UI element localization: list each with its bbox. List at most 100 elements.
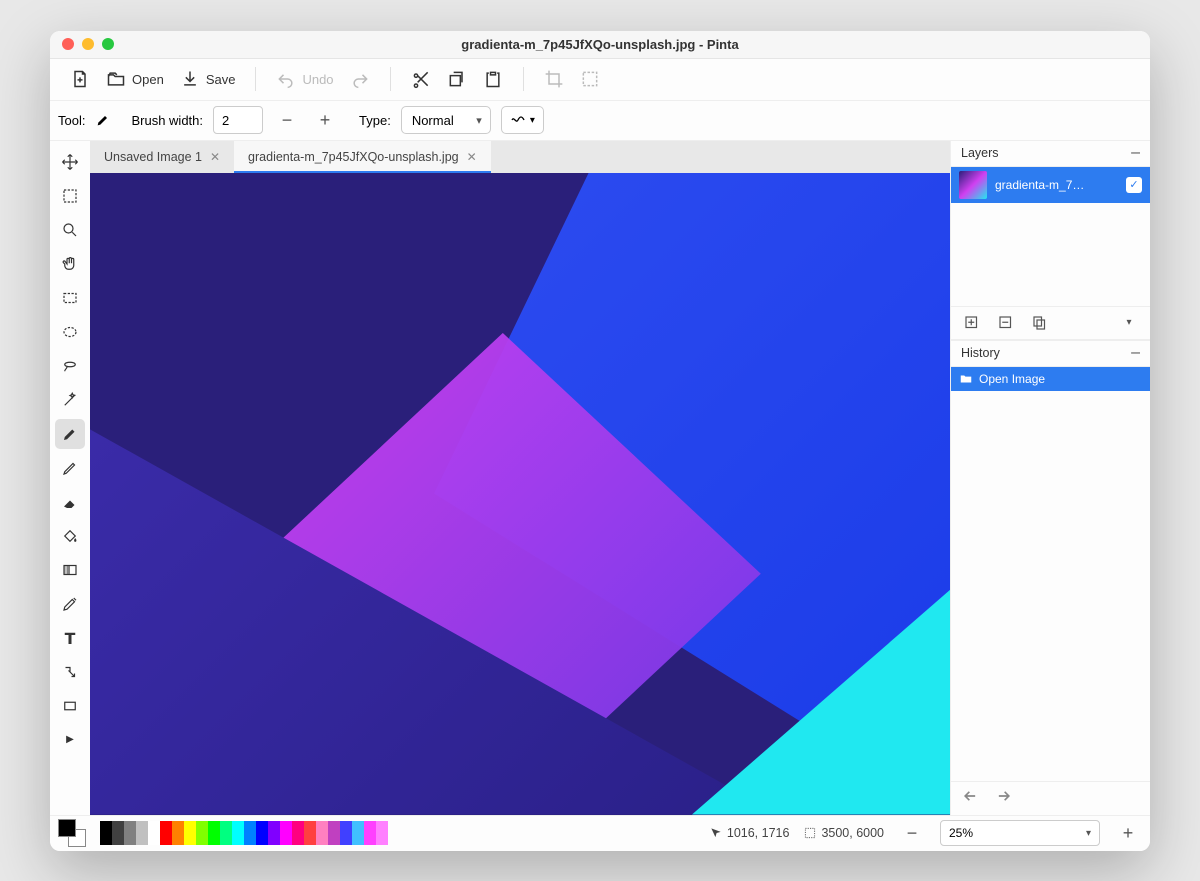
- history-item[interactable]: Open Image: [951, 367, 1150, 391]
- foreground-color[interactable]: [58, 819, 76, 837]
- maximize-window-button[interactable]: [102, 38, 114, 50]
- palette-color[interactable]: [100, 821, 112, 845]
- palette-color[interactable]: [316, 821, 328, 845]
- stroke-style-button[interactable]: ▾: [501, 106, 544, 134]
- palette-color[interactable]: [256, 821, 268, 845]
- minimize-panel-button[interactable]: –: [1131, 344, 1140, 362]
- copy-button[interactable]: [441, 65, 473, 93]
- gradient-tool[interactable]: [55, 555, 85, 585]
- palette-color[interactable]: [148, 821, 160, 845]
- type-label: Type:: [359, 113, 391, 128]
- redo-button[interactable]: [344, 65, 376, 93]
- palette-color[interactable]: [160, 821, 172, 845]
- palette-color[interactable]: [268, 821, 280, 845]
- color-picker-tool[interactable]: [55, 589, 85, 619]
- redo-icon: [350, 69, 370, 89]
- add-layer-button[interactable]: [959, 310, 985, 336]
- folder-open-icon: [106, 69, 126, 89]
- palette-color[interactable]: [112, 821, 124, 845]
- paintbrush-tool[interactable]: [55, 419, 85, 449]
- magic-wand-tool[interactable]: [55, 385, 85, 415]
- new-file-button[interactable]: [64, 65, 96, 93]
- palette-color[interactable]: [280, 821, 292, 845]
- paste-button[interactable]: [477, 65, 509, 93]
- lasso-tool[interactable]: [55, 351, 85, 381]
- palette-color[interactable]: [220, 821, 232, 845]
- brush-width-increase[interactable]: +: [311, 106, 339, 134]
- palette-color[interactable]: [364, 821, 376, 845]
- palette-color[interactable]: [232, 821, 244, 845]
- rect-select-tool[interactable]: [55, 181, 85, 211]
- clipboard-icon: [483, 69, 503, 89]
- pencil-tool[interactable]: [55, 453, 85, 483]
- palette-color[interactable]: [196, 821, 208, 845]
- main-toolbar: Open Save Undo: [50, 59, 1150, 101]
- palette-color[interactable]: [292, 821, 304, 845]
- undo-label: Undo: [302, 72, 333, 87]
- zoom-select[interactable]: 25%: [940, 820, 1100, 846]
- palette-color[interactable]: [328, 821, 340, 845]
- tab-unsaved[interactable]: Unsaved Image 1 ✕: [90, 141, 234, 173]
- cut-button[interactable]: [405, 65, 437, 93]
- ellipse-select-tool[interactable]: [55, 317, 85, 347]
- move-icon: [61, 153, 79, 171]
- layer-item[interactable]: gradienta-m_7… ✓: [951, 167, 1150, 203]
- minimize-panel-button[interactable]: –: [1131, 144, 1140, 162]
- zoom-out-button[interactable]: −: [898, 819, 926, 847]
- history-header: History –: [951, 341, 1150, 367]
- zoom-tool[interactable]: [55, 215, 85, 245]
- pan-tool[interactable]: [55, 249, 85, 279]
- palette-color[interactable]: [136, 821, 148, 845]
- palette-color[interactable]: [124, 821, 136, 845]
- history-redo-button[interactable]: [993, 786, 1013, 811]
- more-tools[interactable]: ▶: [55, 725, 85, 755]
- crop-button[interactable]: [538, 65, 570, 93]
- zoom-in-button[interactable]: +: [1114, 819, 1142, 847]
- open-file-button[interactable]: Open: [100, 65, 170, 93]
- palette-color[interactable]: [352, 821, 364, 845]
- save-button[interactable]: Save: [174, 65, 242, 93]
- layers-toolbar: ▾: [951, 306, 1150, 340]
- eyedropper-icon: [61, 595, 79, 613]
- cursor-icon: [709, 826, 723, 840]
- palette-color[interactable]: [172, 821, 184, 845]
- layer-visible-checkbox[interactable]: ✓: [1126, 177, 1142, 193]
- close-window-button[interactable]: [62, 38, 74, 50]
- titlebar: gradienta-m_7p45JfXQo-unsplash.jpg - Pin…: [50, 31, 1150, 59]
- brush-width-decrease[interactable]: −: [273, 106, 301, 134]
- minimize-window-button[interactable]: [82, 38, 94, 50]
- text-tool[interactable]: [55, 623, 85, 653]
- fg-bg-colors[interactable]: [58, 819, 86, 847]
- crop-tool[interactable]: [55, 283, 85, 313]
- layer-menu-button[interactable]: ▾: [1116, 310, 1142, 336]
- tab-close-icon[interactable]: ✕: [467, 150, 477, 164]
- canvas-dimensions: 3500, 6000: [803, 826, 884, 840]
- add-layer-icon: [963, 314, 981, 332]
- history-undo-button[interactable]: [961, 786, 981, 811]
- palette-color[interactable]: [184, 821, 196, 845]
- deselect-button[interactable]: [574, 65, 606, 93]
- brush-width-input[interactable]: [213, 106, 263, 134]
- palette-color[interactable]: [340, 821, 352, 845]
- undo-button[interactable]: Undo: [270, 65, 339, 93]
- text-icon: [61, 629, 79, 647]
- bucket-tool[interactable]: [55, 521, 85, 551]
- tab-close-icon[interactable]: ✕: [210, 150, 220, 164]
- canvas[interactable]: [90, 173, 950, 815]
- main-area: ▶ Unsaved Image 1 ✕ gradienta-m_7p45JfXQ…: [50, 141, 1150, 815]
- palette-color[interactable]: [244, 821, 256, 845]
- shapes-tool[interactable]: [55, 691, 85, 721]
- brush-type-select[interactable]: Normal: [401, 106, 491, 134]
- color-swatches: [58, 819, 86, 847]
- delete-layer-button[interactable]: [993, 310, 1019, 336]
- eraser-tool[interactable]: [55, 487, 85, 517]
- palette-color[interactable]: [304, 821, 316, 845]
- duplicate-layer-button[interactable]: [1027, 310, 1053, 336]
- palette-color[interactable]: [376, 821, 388, 845]
- palette-color[interactable]: [208, 821, 220, 845]
- move-tool[interactable]: [55, 147, 85, 177]
- clone-tool[interactable]: [55, 657, 85, 687]
- layer-thumbnail: [959, 171, 987, 199]
- tab-gradienta[interactable]: gradienta-m_7p45JfXQo-unsplash.jpg ✕: [234, 141, 491, 173]
- right-panels: Layers – gradienta-m_7… ✓ ▾: [950, 141, 1150, 815]
